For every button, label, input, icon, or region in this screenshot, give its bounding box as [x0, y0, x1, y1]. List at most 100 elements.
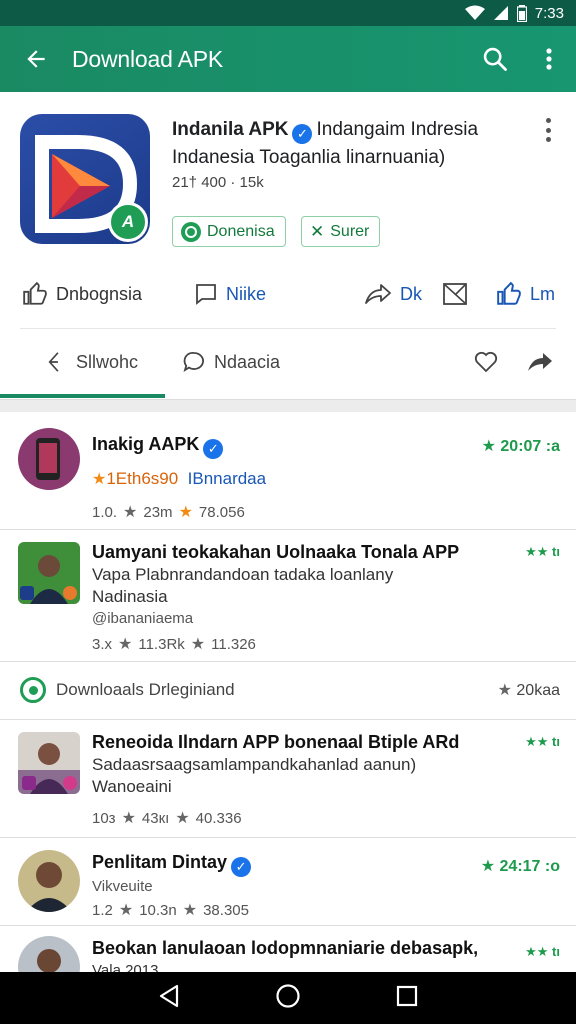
- featured-tabs: Sllwohc Ndaacia: [0, 332, 576, 394]
- install-chip-label: Donenisa: [207, 222, 275, 240]
- section-rating: ★ 20kaa: [497, 682, 560, 699]
- status-time: 7:33: [534, 4, 564, 22]
- row-title: Inakig AAPK ✓: [92, 434, 227, 459]
- surer-chip-label: Surer: [330, 222, 370, 240]
- star-icon: ★: [92, 471, 107, 488]
- star-icon: ★: [190, 636, 206, 653]
- verified-icon: ✓: [203, 439, 224, 459]
- row-meta: 1.0. ★ 23m ★ 78.056: [92, 503, 245, 522]
- star-icon: ★: [178, 504, 193, 521]
- more-vert-icon: [546, 48, 552, 70]
- tab-second[interactable]: Ndaacia: [182, 332, 280, 392]
- app-logo[interactable]: A: [20, 114, 150, 244]
- comment-button[interactable]: Niike: [194, 268, 266, 320]
- arrow-left-icon: [27, 50, 45, 68]
- star-icon: ★: [175, 810, 190, 827]
- avatar: [18, 732, 80, 794]
- section-label: Downloaals Drleginiand: [56, 680, 235, 699]
- tab-first-label: Sllwohc: [76, 351, 139, 372]
- star-icon: ★: [123, 504, 138, 521]
- row-rating: ★★ tı: [525, 734, 560, 749]
- triangle-back-icon: [159, 984, 178, 1007]
- featured-more-button[interactable]: [538, 118, 558, 142]
- location-icon: [48, 352, 59, 372]
- avatar: [18, 936, 80, 972]
- nav-recents-button[interactable]: [396, 985, 418, 1012]
- system-nav-bar: [0, 972, 576, 1024]
- row-subtitle: Vala 2013: [92, 962, 159, 972]
- close-icon: ✕: [310, 221, 325, 241]
- page-title: Download APK: [72, 45, 224, 72]
- tab-second-label: Ndaacia: [214, 351, 281, 372]
- chat-bubble-icon: [183, 351, 204, 372]
- row-subtitle-2: Wanoeaini: [92, 777, 172, 796]
- row-rating: ★ 24:17 :o: [480, 858, 560, 875]
- row-subtitle: ★1Eth6s90 IBnnardaa: [92, 469, 267, 488]
- download-circle-icon: [20, 677, 46, 703]
- featured-app-card: A Indanila APK ✓ Indangaim Indresia Indane…: [0, 92, 576, 400]
- app-bar: Download APK: [0, 26, 576, 92]
- row-subtitle: Vikveuite: [92, 878, 153, 895]
- download-count: 21† 400 · 15k: [172, 174, 264, 191]
- row-title: Uamyani teokakahan Uolnaaka Tonala APP: [92, 542, 460, 562]
- row-rating: ★★ tı: [525, 544, 560, 559]
- featured-app-name: Indanila APK: [172, 119, 289, 140]
- row-rating: ★★ tı: [525, 944, 560, 959]
- row-meta: 3.x ★ 11.3Rk ★ 11.326: [92, 635, 256, 654]
- thumbs-label: Lm: [530, 283, 556, 304]
- row-subtitle: Sadaasrsaagsamlampandkahanlad aanun): [92, 755, 417, 774]
- divider: [20, 328, 556, 329]
- share-button[interactable]: Dk: [364, 268, 422, 320]
- tab-first[interactable]: Sllwohc: [46, 332, 138, 392]
- row-title: Reneoida Ilndarn APP bonenaal Btiple ARd: [92, 732, 460, 752]
- nav-back-button[interactable]: [158, 984, 180, 1013]
- like-button[interactable]: Dnbognsia: [22, 268, 142, 320]
- status-bar: 7:33: [0, 0, 576, 26]
- verified-icon: ✓: [231, 857, 252, 877]
- star-icon: ★: [121, 810, 136, 827]
- thumb-up-outline-icon: [497, 281, 521, 305]
- tab-indicator: [0, 394, 165, 398]
- forward-button[interactable]: [526, 332, 554, 392]
- row-title: Penlitam Dintay ✓: [92, 852, 255, 877]
- list-item[interactable]: Penlitam Dintay ✓ Vikveuite 1.2 ★ 10.3n ★ 38.…: [0, 838, 576, 926]
- nav-home-button[interactable]: [275, 983, 301, 1014]
- list-item[interactable]: Uamyani teokakahan Uolnaaka Tonala APP V…: [0, 530, 576, 662]
- install-chip[interactable]: Donenisa: [172, 216, 286, 247]
- app-badge: A: [108, 202, 148, 242]
- save-button[interactable]: [442, 268, 468, 320]
- avatar: [18, 542, 80, 604]
- row-meta: 10з ★ 43кı ★ 40.336: [92, 809, 242, 828]
- wifi-icon: [464, 5, 485, 21]
- overflow-menu-button[interactable]: [522, 26, 576, 92]
- favorite-button[interactable]: [474, 332, 498, 392]
- list-item[interactable]: Reneoida Ilndarn APP bonenaal Btiple ARd…: [0, 720, 576, 838]
- like-label: Dnbognsia: [56, 283, 143, 304]
- comment-label: Niike: [226, 283, 267, 304]
- cell-signal-icon: [493, 5, 509, 21]
- back-button[interactable]: [0, 26, 72, 92]
- featured-title: Indanila APK ✓ Indangaim Indresia Indanesi…: [172, 116, 522, 172]
- share-arrow-icon: [365, 284, 391, 304]
- row-meta: 1.2 ★ 10.3n ★ 38.305: [92, 901, 249, 920]
- star-icon: ★: [118, 636, 133, 653]
- search-icon: [483, 47, 507, 71]
- thumbs-button[interactable]: Lm: [496, 268, 555, 320]
- list-item[interactable]: Inakig AAPK ✓ ★1Eth6s90 IBnnardaa 1.0. ★ 23…: [0, 412, 576, 530]
- verified-icon: ✓: [292, 124, 313, 144]
- square-recents-icon: [397, 985, 418, 1006]
- star-icon: ★: [118, 902, 134, 919]
- circle-home-icon: [276, 983, 300, 1008]
- comment-icon: [196, 284, 216, 305]
- app-list: Inakig AAPK ✓ ★1Eth6s90 IBnnardaa 1.0. ★ 23…: [0, 412, 576, 972]
- search-button[interactable]: [468, 26, 522, 92]
- section-header[interactable]: Downloaals Drleginiand ★ 20kaa: [0, 662, 576, 720]
- row-title: Beokan lanulaoan lodopmnaniarie debasapk…: [92, 938, 479, 958]
- heart-icon: [474, 351, 498, 373]
- battery-icon: [516, 4, 527, 22]
- featured-actions: Dnbognsia Niike Dk Lm: [0, 268, 576, 320]
- share-forward-icon: [528, 353, 552, 371]
- list-item[interactable]: Beokan lanulaoan lodopmnaniarie debasapk…: [0, 926, 576, 972]
- surer-chip[interactable]: ✕ Surer: [301, 216, 381, 247]
- row-subtitle: Vapa Plabnrandandoan tadaka loanlany: [92, 565, 394, 584]
